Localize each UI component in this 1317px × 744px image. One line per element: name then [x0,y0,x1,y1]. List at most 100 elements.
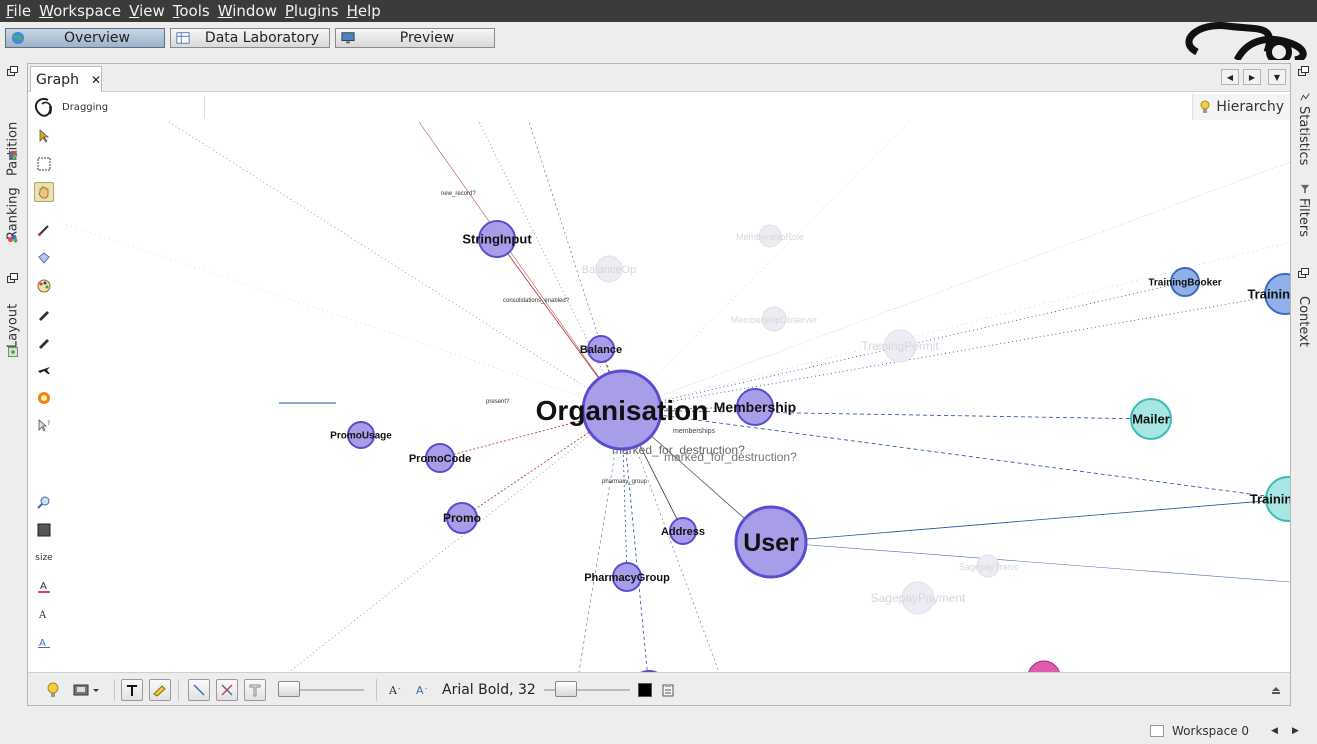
label-color-tool[interactable]: A [34,576,54,596]
svg-text:A: A [38,610,47,621]
edge-color-icon [221,684,233,696]
pointer-tool[interactable] [34,126,54,146]
tool-column: ? size A A A [28,122,59,672]
menu-plugins[interactable]: Plugins [281,0,343,22]
context-tab-label: Context [1296,296,1311,347]
edge-scale-slider-thumb[interactable] [278,681,300,697]
rect-select-icon [37,157,51,171]
tab-graph[interactable]: Graph ✕ [30,66,102,92]
hierarchy-label: Hierarchy [1216,99,1284,115]
node-label-pharmacygroup: PharmacyGroup [584,572,670,584]
faint-node-label-sagepaypayment: SagepayPayment [871,591,966,605]
scroll-left-icon[interactable]: ◀ [1221,69,1239,85]
shortest-path-tool[interactable] [34,360,54,380]
node-label-training-pa: Training::Pa [1247,287,1290,302]
node-label-promousage: PromoUsage [330,431,392,442]
menu-file[interactable]: File [2,0,35,22]
node-label-trainingbooker: TrainingBooker [1148,278,1221,289]
label-color-swatch[interactable] [636,679,654,701]
statistics-tab[interactable]: Statistics [1296,106,1311,176]
font-decrease-button[interactable]: A- [386,679,406,701]
rectangle-select-tool[interactable] [34,154,54,174]
node-label-organisation: Organisation [536,395,709,426]
label-size-tool[interactable]: A [34,632,54,652]
collapse-toolbar-button[interactable] [1268,679,1284,701]
label-size-slider-thumb[interactable] [555,681,577,697]
menu-workspace[interactable]: Workspace [35,0,125,22]
screenshot-button[interactable] [72,679,102,701]
eject-icon [1272,687,1280,694]
lightbulb-icon [1200,100,1210,113]
partial-node-pink[interactable] [1028,660,1060,672]
menu-help[interactable]: Help [343,0,385,22]
font-label: Arial Bold, 32 [442,682,536,698]
overview-button[interactable]: Overview [5,28,165,48]
faint-node-label-membershiprole: MembershipRole [736,232,804,242]
size-tool[interactable]: size [34,548,54,568]
highlighter-icon [153,685,166,697]
svg-text:A: A [388,684,398,697]
workspace-next-icon[interactable]: ▶ [1292,726,1299,736]
scroll-right-icon[interactable]: ▶ [1243,69,1261,85]
restore-window-icon-r1[interactable] [1298,66,1310,76]
preview-label: Preview [399,30,455,46]
cursor-question-icon: ? [38,419,50,432]
graph-canvas[interactable]: MembershipRole BalanceOp MembershipObserve… [59,122,1290,672]
workspace-prev-icon[interactable]: ◀ [1271,726,1278,736]
palette-icon [37,279,51,293]
edge-label-4: consolidations_enabled? [503,298,570,304]
restore-window-icon-r2[interactable] [1298,268,1310,278]
magnifier-icon [37,496,50,509]
graph-svg[interactable]: MembershipRole BalanceOp MembershipObserve… [59,122,1290,672]
menu-tools[interactable]: Tools [169,0,214,22]
monitor-icon [341,32,355,44]
edit-tool[interactable]: ? [34,416,54,436]
tab-list-icon[interactable]: ▼ [1268,69,1286,85]
context-tab[interactable]: Context [1296,296,1311,356]
edge-ray-9 [621,122,910,411]
label-edit-button[interactable] [149,679,171,701]
sizer-tool[interactable] [34,248,54,268]
restore-window-icon[interactable] [7,66,19,76]
edge-ray-6 [770,541,1290,583]
filters-tab[interactable]: Filters [1296,198,1311,248]
node-label-membership: Membership [714,399,796,415]
edge-pencil-tool[interactable] [34,304,54,324]
edge-color-button[interactable] [216,679,238,701]
drag-tool[interactable] [34,182,54,202]
label-font-tool[interactable]: A [34,604,54,624]
color-tool[interactable] [34,276,54,296]
left-dock: Partition Ranking Layout [0,60,26,710]
partition-tab[interactable]: Partition [4,96,22,176]
close-icon[interactable]: ✕ [91,73,101,87]
show-edges-button[interactable] [188,679,210,701]
menu-window[interactable]: Window [214,0,281,22]
node-label-training-bo: Training::Bo [1250,492,1290,507]
workspace-indicator[interactable]: Workspace 0 ◀ ▶ [1150,724,1299,738]
font-color-icon: A [38,581,50,593]
hierarchy-button[interactable]: Hierarchy [1192,94,1290,120]
zoom-fit-tool[interactable] [34,492,54,512]
preview-button[interactable]: Preview [335,28,495,48]
edge-label-1: marked_for_destruction? [664,450,797,464]
restore-window-icon-2[interactable] [7,273,19,283]
background-color-tool[interactable] [34,520,54,540]
font-size-icon: A [38,638,50,649]
font-increase-button[interactable]: A- [413,679,433,701]
svg-text:?: ? [47,420,50,427]
node-pencil-tool[interactable] [34,332,54,352]
menu-view[interactable]: View [125,0,169,22]
show-labels-button[interactable] [121,679,143,701]
layout-tab[interactable]: Layout [4,298,22,348]
painter-tool[interactable] [34,220,54,240]
data-laboratory-button[interactable]: Data Laboratory [170,28,330,48]
label-attributes-button[interactable] [658,679,678,701]
ranking-tab[interactable]: Ranking [4,178,22,240]
data-laboratory-label: Data Laboratory [204,30,320,46]
lightbulb-button[interactable] [42,679,64,701]
heat-map-tool[interactable] [34,388,54,408]
font-selector[interactable]: Arial Bold, 32 [442,679,538,701]
edge-11 [770,498,1289,543]
edge-labels-button[interactable] [244,679,266,701]
color-swatch [638,683,652,697]
